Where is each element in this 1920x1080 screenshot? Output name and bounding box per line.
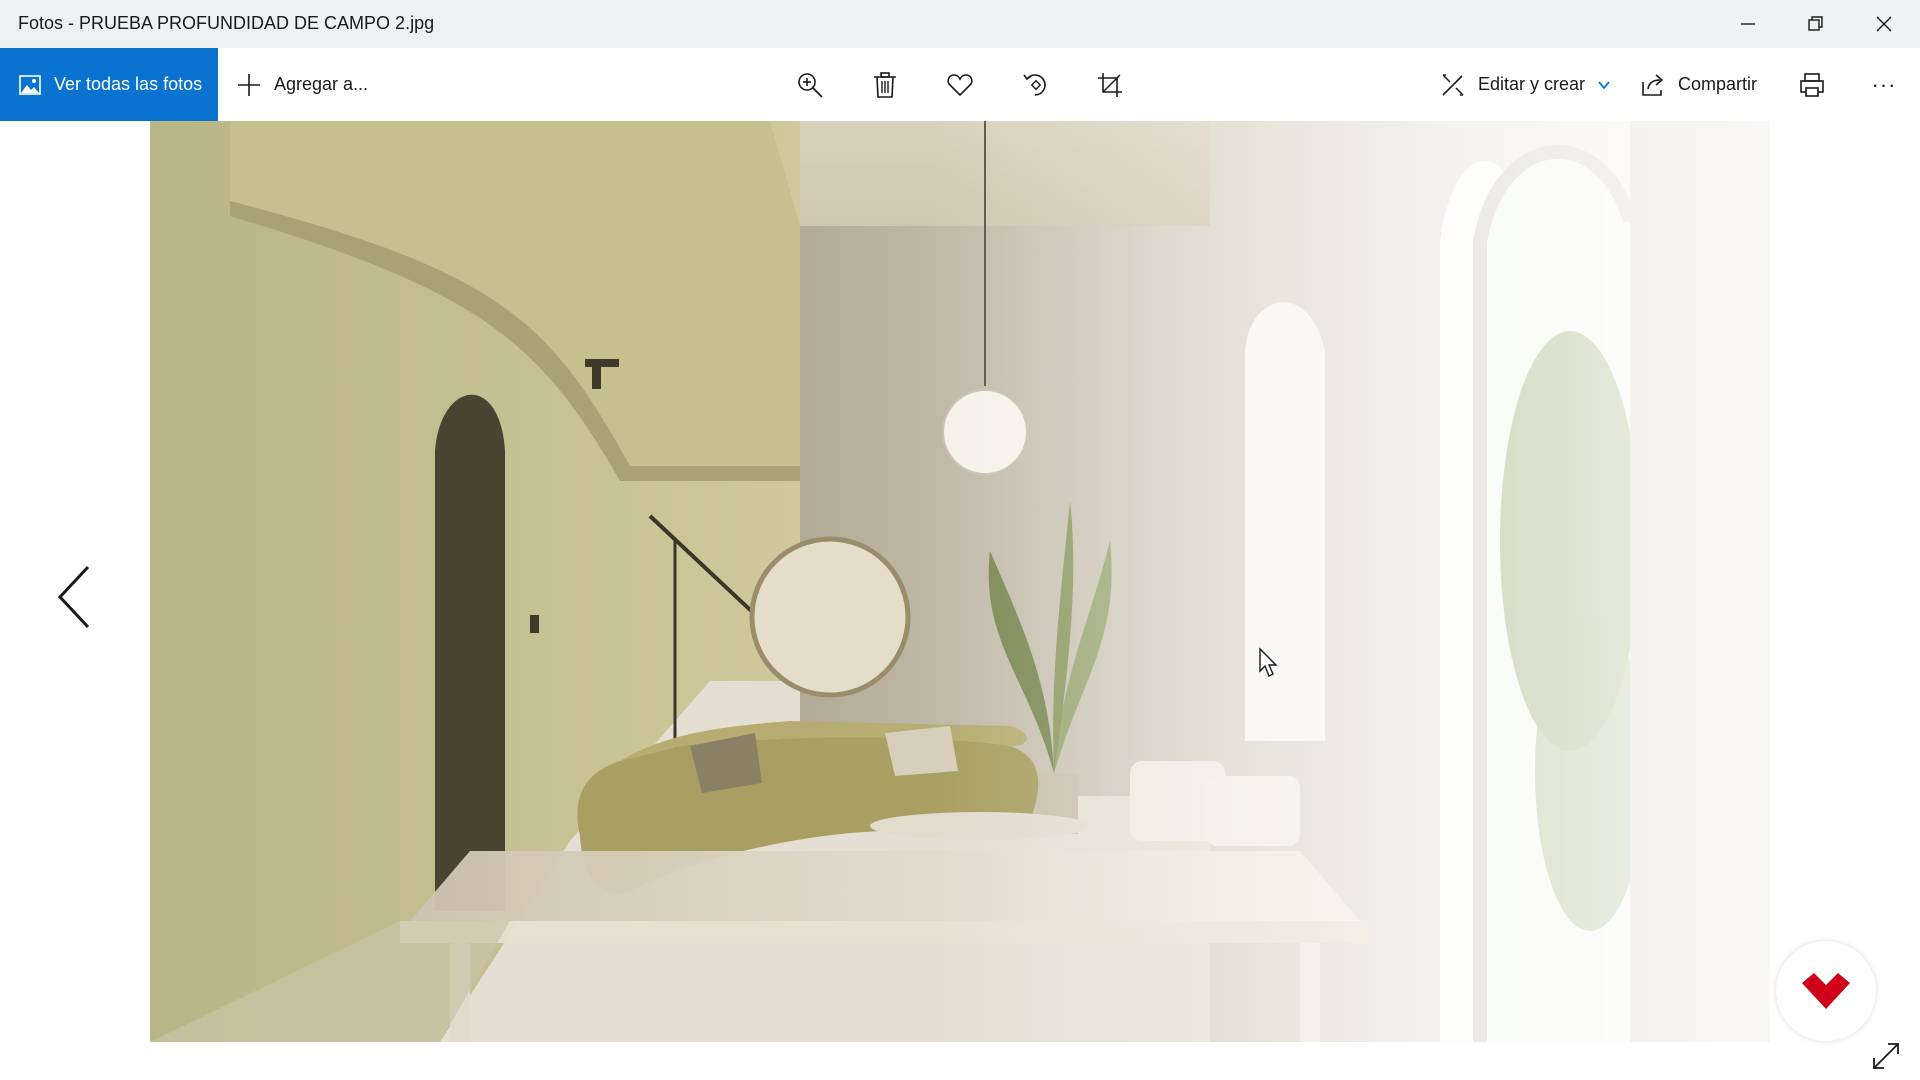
- restore-button[interactable]: [1782, 0, 1850, 48]
- edit-create-icon: [1442, 73, 1464, 96]
- chevron-down-icon: [1598, 80, 1610, 89]
- title-bar: Fotos - PRUEBA PROFUNDIDAD DE CAMPO 2.jp…: [0, 0, 1920, 48]
- print-icon: [1800, 73, 1824, 97]
- favorite-button[interactable]: [940, 66, 980, 104]
- favorite-icon: [947, 74, 973, 97]
- edit-create-button[interactable]: Editar y crear: [1440, 48, 1611, 121]
- photo-viewer: [0, 121, 1920, 1080]
- more-button[interactable]: ···: [1864, 66, 1904, 104]
- restore-icon: [1808, 16, 1823, 31]
- plus-icon: [238, 73, 260, 96]
- share-icon: [1642, 73, 1664, 96]
- add-to-label: Agregar a...: [274, 74, 369, 94]
- window-title: Fotos - PRUEBA PROFUNDIDAD DE CAMPO 2.jp…: [18, 13, 435, 33]
- rotate-icon: [1023, 74, 1046, 96]
- previous-photo-button[interactable]: [52, 547, 96, 647]
- share-label: Compartir: [1678, 74, 1758, 94]
- zoom-in-icon: [798, 73, 823, 98]
- mouse-cursor-icon: [1259, 647, 1278, 677]
- crop-icon: [1098, 73, 1122, 97]
- crop-button[interactable]: [1090, 66, 1130, 104]
- logo-icon: [1802, 973, 1850, 1009]
- see-all-photos-label: Ver todas las fotos: [54, 74, 203, 94]
- delete-button[interactable]: [865, 66, 905, 104]
- delete-icon: [874, 72, 896, 98]
- print-button[interactable]: [1792, 66, 1832, 104]
- rotate-button[interactable]: [1015, 66, 1055, 104]
- share-button[interactable]: Compartir: [1640, 48, 1757, 121]
- fullscreen-button[interactable]: [1868, 1038, 1904, 1074]
- close-icon: [1876, 16, 1892, 32]
- photo-image[interactable]: [150, 121, 1770, 1042]
- logo-badge[interactable]: [1776, 941, 1876, 1041]
- zoom-button[interactable]: [790, 66, 830, 104]
- toolbar: Ver todas las fotos Agregar a... Editar …: [0, 48, 1920, 121]
- close-button[interactable]: [1850, 0, 1918, 48]
- chevron-left-icon: [57, 565, 90, 629]
- minimize-icon: [1741, 23, 1755, 25]
- photo-icon: [19, 74, 41, 95]
- add-to-button[interactable]: Agregar a...: [236, 48, 368, 121]
- edit-create-label: Editar y crear: [1478, 74, 1586, 94]
- see-all-photos-button[interactable]: Ver todas las fotos: [0, 48, 218, 121]
- minimize-button[interactable]: [1714, 0, 1782, 48]
- expand-icon: [1873, 1043, 1899, 1069]
- interior-photo: [150, 121, 1770, 1042]
